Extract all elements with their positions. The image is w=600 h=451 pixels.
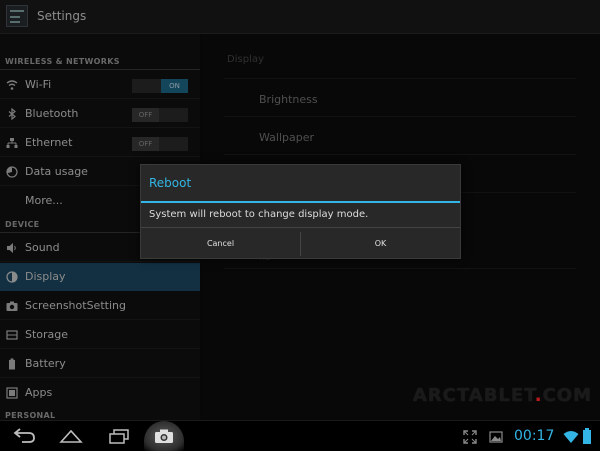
watermark-tail: COM [542,385,592,406]
cancel-button[interactable]: Cancel [141,228,300,260]
battery-status-icon [582,428,592,444]
screen: Settings WIRELESS & NETWORKS Wi-Fi ON Bl… [0,0,600,451]
watermark-text: ARCTABLET [412,385,535,406]
home-icon [58,429,84,449]
back-icon [12,428,38,449]
dialog-button-row: Cancel OK [141,227,460,260]
ok-button[interactable]: OK [301,228,460,260]
system-bar: 00:17 [0,420,600,451]
recent-apps-button[interactable] [105,427,131,445]
back-button[interactable] [12,427,38,445]
recent-apps-icon [105,429,131,449]
screenshot-button[interactable] [144,421,184,451]
home-button[interactable] [58,427,84,445]
watermark-logo: ARCTABLET.COM [413,385,592,406]
status-clock: 00:17 [514,428,555,444]
wifi-signal-icon [563,429,579,443]
reboot-dialog: Reboot System will reboot to change disp… [140,164,461,259]
watermark-dot: . [534,385,543,406]
fullscreen-icon[interactable] [463,429,477,444]
dialog-title-divider [141,201,460,203]
dialog-title: Reboot [149,176,192,190]
dialog-message: System will reboot to change display mod… [149,209,369,220]
image-notification-icon[interactable] [489,429,503,443]
